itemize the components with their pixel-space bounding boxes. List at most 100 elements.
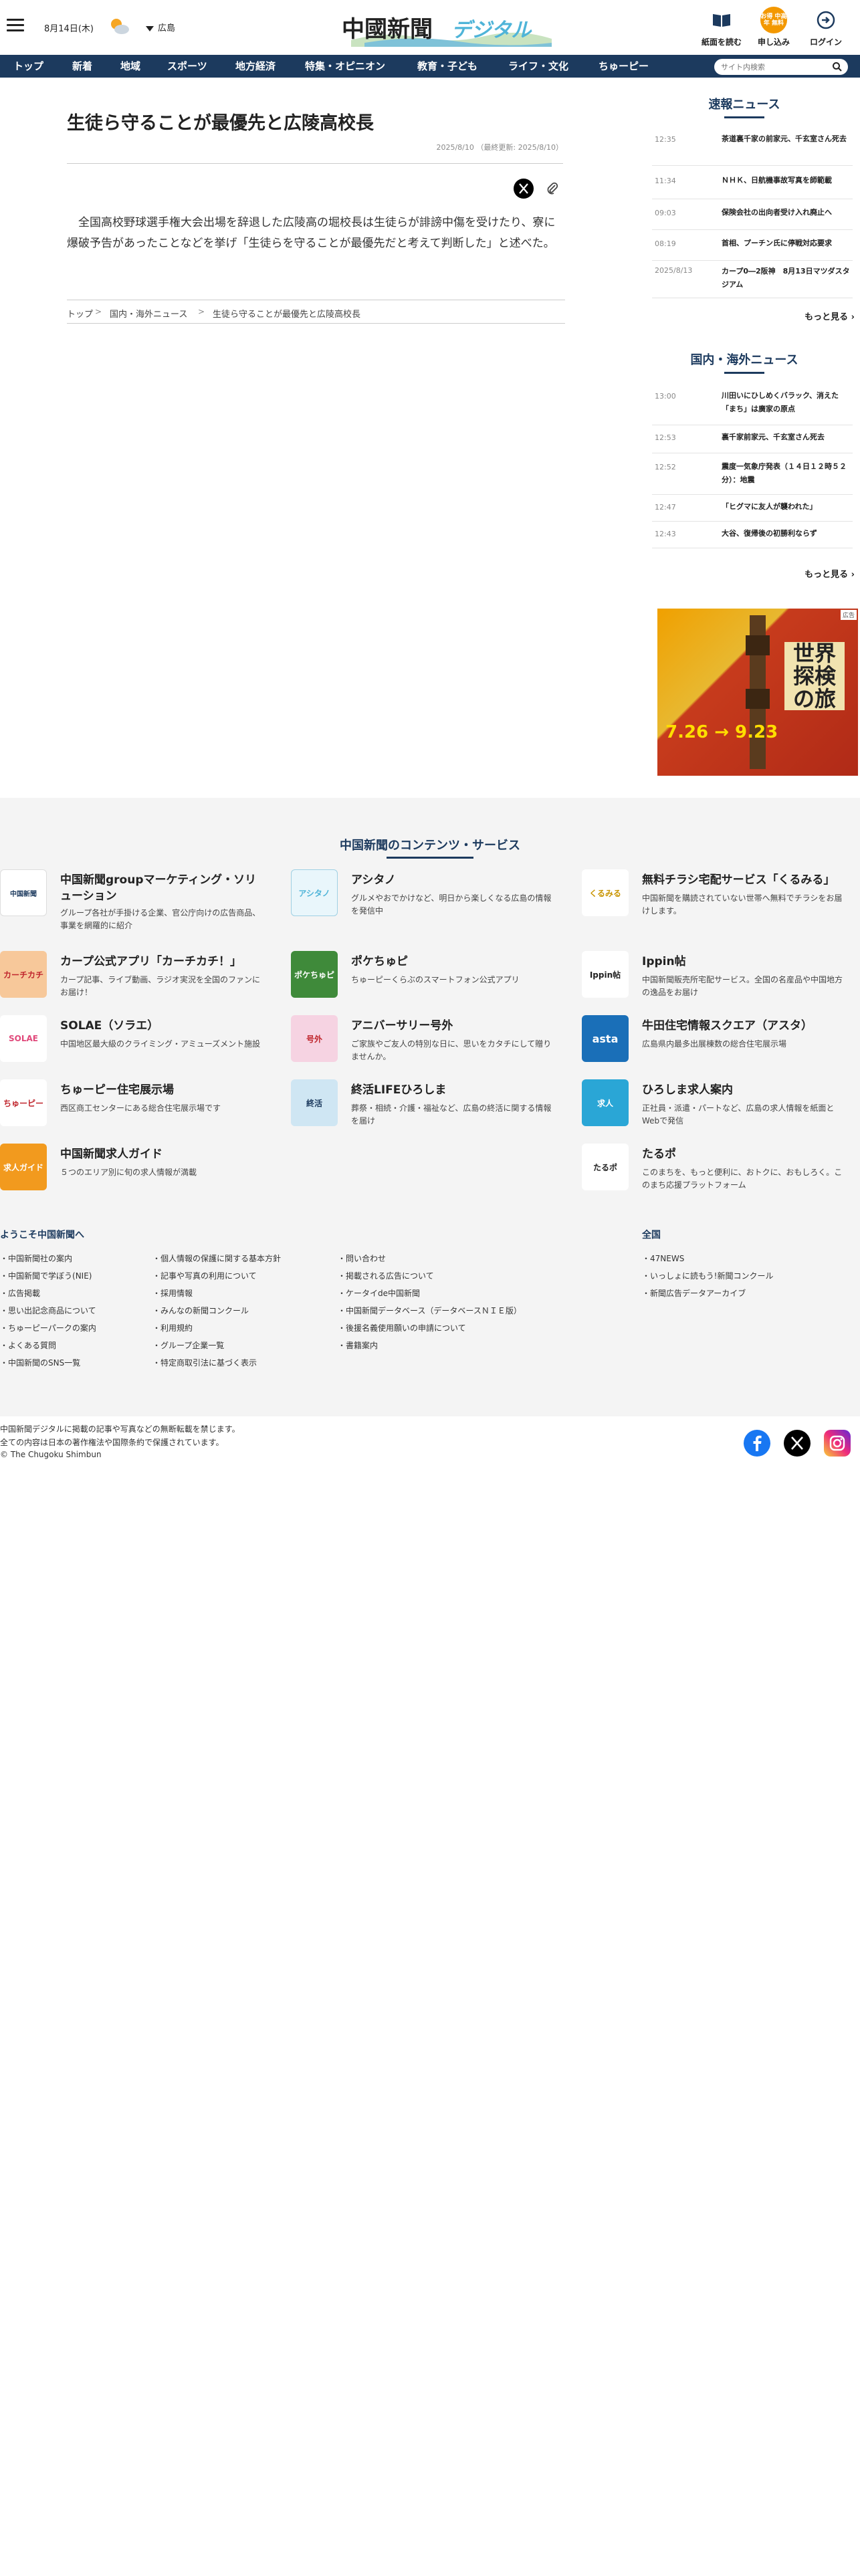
footer-link[interactable]: 広告掲載: [0, 1287, 40, 1299]
welcome-title: ようこそ中国新聞へ: [0, 1230, 84, 1241]
nav-economy[interactable]: 地方経済: [235, 55, 276, 78]
footer-link[interactable]: いっしょに読もう!新聞コンクール: [642, 1270, 773, 1281]
search-box: [714, 59, 848, 75]
footer-link[interactable]: ちゅーピーパークの案内: [0, 1322, 96, 1333]
ad-title: 世界探検の旅: [784, 642, 845, 710]
login-icon: [817, 11, 835, 29]
sunny-cloud-icon: [111, 19, 129, 34]
footer-link[interactable]: 書籍案内: [338, 1339, 378, 1351]
service-item[interactable]: asta 牛田住宅情報スクエア（アスタ） 広島県内最多出展棟数の総合住宅展示場: [582, 1015, 849, 1073]
footer-link[interactable]: 記事や写真の利用について: [152, 1270, 257, 1281]
service-thumbnail: たるポ: [582, 1144, 629, 1190]
copyright-line: 中国新聞デジタルに掲載の記事や写真などの無断転載を禁じます。: [0, 1424, 240, 1434]
facebook-icon[interactable]: [744, 1430, 770, 1457]
book-icon: [713, 14, 730, 27]
footer-link[interactable]: 中国新聞のSNS一覧: [0, 1357, 80, 1368]
services-title: 中国新聞のコンテンツ・サービス: [340, 839, 520, 853]
search-input[interactable]: [721, 62, 828, 72]
breaking-news-title: 速報ニュース: [708, 98, 780, 112]
footer-link[interactable]: 採用情報: [152, 1287, 193, 1299]
footer-link[interactable]: 個人情報の保護に関する基本方針: [152, 1253, 281, 1264]
logo-title: 中國新聞: [342, 16, 433, 43]
service-item[interactable]: ポケちゅピ ポケちゅピ ちゅーピーくらぶのスマートフォン公式アプリ: [291, 951, 558, 1008]
service-thumbnail: くるみる: [582, 869, 629, 916]
service-thumbnail: カーチカチ: [0, 951, 47, 998]
service-thumbnail: 求人: [582, 1079, 629, 1126]
menu-icon[interactable]: [7, 19, 24, 32]
share-x-button[interactable]: [514, 179, 534, 199]
subscribe-button[interactable]: お得 中高年 無料 申し込み: [750, 7, 797, 47]
footer-link[interactable]: 利用規約: [152, 1322, 193, 1333]
service-item[interactable]: SOLAE SOLAE（ソラエ） 中国地区最大級のクライミング・アミューズメント…: [0, 1015, 267, 1073]
article-date: 2025/8/10 （最終更新: 2025/8/10）: [436, 143, 563, 152]
nav-life[interactable]: ライフ・文化: [508, 55, 568, 78]
footer-link[interactable]: 47NEWS: [642, 1253, 684, 1264]
list-item[interactable]: 12:35 茶道裏千家の前家元、千玄室さん死去: [652, 128, 853, 166]
copyright-line: 全ての内容は日本の著作権法や国際条約で保護されています。: [0, 1438, 224, 1447]
login-button[interactable]: ログイン: [802, 7, 849, 47]
footer-link[interactable]: 中国新聞で学ぼう(NIE): [0, 1270, 92, 1281]
sidebar-ad-banner[interactable]: 広告 世界探検の旅 7.26 → 9.23: [657, 609, 858, 776]
list-item[interactable]: 12:43 大谷、復帰後の初勝利ならず: [652, 522, 853, 548]
nav-education[interactable]: 教育・子ども: [417, 55, 477, 78]
service-item[interactable]: たるポ たるポ このまちを、もっと便利に、おトクに、おもしろく。このまち応援プラ…: [582, 1144, 849, 1201]
title-underline: [724, 372, 764, 374]
service-item[interactable]: 号外 アニバーサリー号外 ご家族やご友人の特別な日に、思いをカタチにして贈りませ…: [291, 1015, 558, 1073]
list-item[interactable]: 12:47 「ヒグマに友人が襲われた」: [652, 495, 853, 522]
breadcrumb: トップ > 国内・海外ニュース > 生徒ら守ることが最優先と広陵高校長: [67, 300, 565, 324]
service-item[interactable]: Ippin帖 Ippin帖 中国新聞販売所宅配サービス。全国の名産品や中国地方の…: [582, 951, 849, 1008]
region-selector[interactable]: 広島: [146, 21, 175, 33]
nav-sports[interactable]: スポーツ: [167, 55, 207, 78]
list-item[interactable]: 11:34 ＮＨＫ、日航機事故写真を師範載: [652, 166, 853, 199]
breadcrumb-current: 生徒ら守ることが最優先と広陵高校長: [213, 310, 361, 320]
service-item[interactable]: くるみる 無料チラシ宅配サービス「くるみる」 中国新聞を購読されていない世帯へ無…: [582, 869, 849, 927]
nav-top[interactable]: トップ: [13, 55, 43, 78]
footer-link[interactable]: ケータイde中国新聞: [338, 1287, 420, 1299]
read-paper-button[interactable]: 紙面を読む: [698, 7, 745, 47]
footer-link[interactable]: 問い合わせ: [338, 1253, 386, 1264]
x-social-icon[interactable]: [784, 1430, 811, 1457]
footer-link[interactable]: 中国新聞社の案内: [0, 1253, 72, 1264]
service-thumbnail: 終活: [291, 1079, 338, 1126]
list-item[interactable]: 2025/8/13 カープ0―2阪神 8月13日マツダスタジアム: [652, 261, 853, 298]
list-item[interactable]: 12:53 裏千家前家元、千玄室さん死去: [652, 425, 853, 453]
footer-link[interactable]: 思い出記念商品について: [0, 1305, 96, 1316]
footer-link[interactable]: 中国新聞データベース（データベースＮＩＥ版）: [338, 1305, 522, 1316]
nav-chupy[interactable]: ちゅーピー: [599, 55, 649, 78]
footer-link[interactable]: よくある質問: [0, 1339, 56, 1351]
footer-link[interactable]: 後援名義使用願いの申請について: [338, 1322, 466, 1333]
breadcrumb-domestic[interactable]: 国内・海外ニュース: [110, 307, 187, 320]
national-title: 全国: [642, 1230, 661, 1241]
nav-opinion[interactable]: 特集・オピニオン: [305, 55, 385, 78]
totem-image: [746, 615, 770, 769]
nav-new[interactable]: 新着: [72, 55, 92, 78]
service-item[interactable]: 中国新聞 中国新聞groupマーケティング・ソリューション グループ各社が手掛け…: [0, 869, 267, 930]
breadcrumb-separator: >: [198, 307, 205, 316]
list-item[interactable]: 12:52 震度一気象庁発表（１４日１２時５２分）：地震: [652, 453, 853, 495]
more-domestic-link[interactable]: もっと見る ›: [736, 567, 855, 580]
service-item[interactable]: 求人 ひろしま求人案内 正社員・派遣・パートなど、広島の求人情報を紙面とWebで…: [582, 1079, 849, 1137]
service-thumbnail: アシタノ: [291, 869, 338, 916]
list-item[interactable]: 13:00 川田いにひしめくバラック、消えた「まち」は廣家の原点: [652, 383, 853, 425]
clip-icon[interactable]: [545, 181, 560, 196]
list-item[interactable]: 09:03 保険会社の出向者受け入れ廃止へ: [652, 199, 853, 230]
title-underline: [724, 116, 764, 118]
service-item[interactable]: アシタノ アシタノ グルメやおでかけなど、明日から楽しくなる広島の情報を発信中: [291, 869, 558, 927]
search-icon[interactable]: [832, 62, 843, 72]
breadcrumb-top[interactable]: トップ: [67, 307, 93, 320]
footer-link[interactable]: 特定商取引法に基づく表示: [152, 1357, 257, 1368]
nav-region[interactable]: 地域: [120, 55, 140, 78]
footer-link[interactable]: みんなの新聞コンクール: [152, 1305, 249, 1316]
footer-link[interactable]: グループ企業一覧: [152, 1339, 224, 1351]
list-item[interactable]: 08:19 首相、プーチン氏に停戦対応要求: [652, 230, 853, 261]
footer-link[interactable]: 新聞広告データアーカイブ: [642, 1287, 746, 1299]
instagram-icon[interactable]: [824, 1430, 851, 1457]
more-breaking-link[interactable]: もっと見る ›: [736, 310, 855, 322]
service-item[interactable]: カーチカチ カープ公式アプリ「カーチカチ！」 カープ記事、ライブ動画、ラジオ実況…: [0, 951, 267, 1008]
service-item[interactable]: ちゅーピー ちゅーピー住宅展示場 西区商工センターにある総合住宅展示場です: [0, 1079, 267, 1137]
footer-link[interactable]: 掲載される広告について: [338, 1270, 434, 1281]
site-logo[interactable]: 中國新聞 デジタル: [338, 8, 558, 47]
service-item[interactable]: 終活 終活LIFEひろしま 葬祭・相続・介護・福祉など、広島の終活に関する情報を…: [291, 1079, 558, 1137]
ad-badge: 広告: [840, 610, 857, 620]
service-item[interactable]: 求人ガイド 中国新聞求人ガイド ５つのエリア別に旬の求人情報が満載: [0, 1144, 267, 1201]
